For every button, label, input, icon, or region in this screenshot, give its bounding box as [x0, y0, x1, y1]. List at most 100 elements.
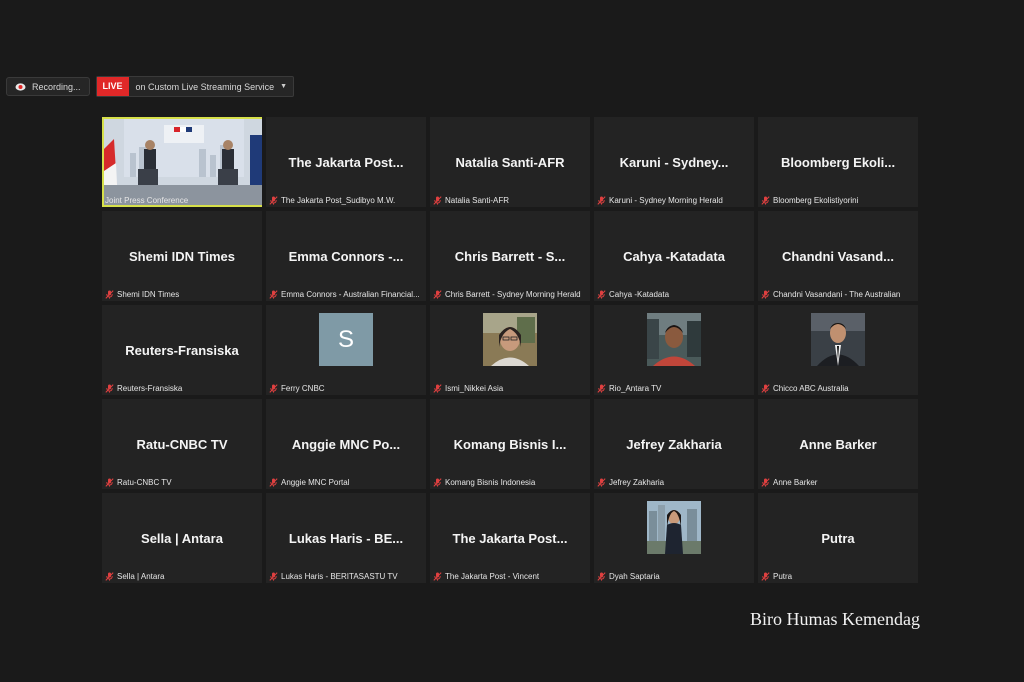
participant-display-name: Natalia Santi-AFR	[455, 155, 565, 170]
participant-tile[interactable]: Chandni Vasand... Chandni Vasandani - The…	[758, 211, 918, 301]
participant-label-text: Shemi IDN Times	[117, 290, 180, 299]
live-service-label: on Custom Live Streaming Service	[135, 81, 275, 92]
participant-tile[interactable]: The Jakarta Post... The Jakarta Post - Vi…	[430, 493, 590, 583]
microphone-muted-icon	[597, 572, 606, 581]
participant-tile[interactable]: Bloomberg Ekoli... Bloomberg Ekolistiyori…	[758, 117, 918, 207]
participant-label-text: Natalia Santi-AFR	[445, 196, 510, 205]
microphone-muted-icon	[105, 384, 114, 393]
participant-name-label: Chris Barrett - Sydney Morning Herald	[433, 290, 588, 299]
avatar	[647, 501, 701, 554]
participant-label-text: Joint Press Conference	[105, 196, 189, 205]
microphone-muted-icon	[433, 478, 442, 487]
participant-label-text: Komang Bisnis Indonesia	[445, 478, 536, 487]
participant-name-label: Joint Press Conference	[105, 196, 260, 205]
participant-display-name: Chris Barrett - S...	[454, 249, 566, 264]
avatar	[811, 313, 865, 366]
participant-label-text: Sella | Antara	[117, 572, 165, 581]
participant-label-text: The Jakarta Post - Vincent	[445, 572, 540, 581]
microphone-muted-icon	[761, 478, 770, 487]
participant-name-label: The Jakarta Post - Vincent	[433, 572, 588, 581]
participant-name-label: Sella | Antara	[105, 572, 260, 581]
participant-name-label: Shemi IDN Times	[105, 290, 260, 299]
participant-name-label: Anggie MNC Portal	[269, 478, 424, 487]
participant-tile[interactable]: Dyah Saptaria	[594, 493, 754, 583]
participant-tile[interactable]: Chicco ABC Australia	[758, 305, 918, 395]
participant-name-label: Anne Barker	[761, 478, 916, 487]
microphone-muted-icon	[105, 478, 114, 487]
participant-tile[interactable]: Ratu-CNBC TV Ratu-CNBC TV	[102, 399, 262, 489]
participant-tile[interactable]: Shemi IDN Times Shemi IDN Times	[102, 211, 262, 301]
microphone-muted-icon	[269, 572, 278, 581]
participant-tile[interactable]: The Jakarta Post... The Jakarta Post_Sudi…	[266, 117, 426, 207]
participant-name-label: Natalia Santi-AFR	[433, 196, 588, 205]
participant-label-text: Anne Barker	[773, 478, 818, 487]
participant-tile[interactable]: Komang Bisnis I... Komang Bisnis Indonesi…	[430, 399, 590, 489]
live-badge: LIVE	[96, 77, 129, 96]
participant-label-text: Lukas Haris - BERITASASTU TV	[281, 572, 398, 581]
microphone-muted-icon	[597, 384, 606, 393]
participant-display-name: Sella | Antara	[141, 531, 223, 546]
participant-tile[interactable]: Chris Barrett - S... Chris Barrett - Sydn…	[430, 211, 590, 301]
participant-name-label: Karuni - Sydney Morning Herald	[597, 196, 752, 205]
participant-tile[interactable]: Karuni - Sydney... Karuni - Sydney Mornin…	[594, 117, 754, 207]
participant-display-name: Anggie MNC Po...	[291, 437, 401, 452]
microphone-muted-icon	[269, 384, 278, 393]
microphone-muted-icon	[597, 478, 606, 487]
microphone-muted-icon	[761, 290, 770, 299]
participant-display-name: Lukas Haris - BE...	[288, 531, 404, 546]
participant-label-text: Dyah Saptaria	[609, 572, 660, 581]
participant-label-text: Ratu-CNBC TV	[117, 478, 172, 487]
microphone-muted-icon	[269, 478, 278, 487]
participant-tile[interactable]: Joint Press Conference	[102, 117, 262, 207]
participant-tile[interactable]: S Ferry CNBC	[266, 305, 426, 395]
microphone-muted-icon	[761, 384, 770, 393]
participant-label-text: Chicco ABC Australia	[773, 384, 849, 393]
microphone-muted-icon	[761, 196, 770, 205]
avatar	[647, 313, 701, 366]
participant-name-label: Jefrey Zakharia	[597, 478, 752, 487]
participant-tile[interactable]: Emma Connors -... Emma Connors - Australi…	[266, 211, 426, 301]
microphone-muted-icon	[433, 384, 442, 393]
participant-tile[interactable]: Anne Barker Anne Barker	[758, 399, 918, 489]
participant-label-text: Putra	[773, 572, 793, 581]
participant-tile[interactable]: Ismi_Nikkei Asia	[430, 305, 590, 395]
participant-name-label: The Jakarta Post_Sudibyo M.W.	[269, 196, 424, 205]
recording-indicator[interactable]: Recording...	[6, 77, 90, 96]
participant-display-name: Reuters-Fransiska	[125, 343, 239, 358]
participant-tile[interactable]: Rio_Antara TV	[594, 305, 754, 395]
participant-name-label: Ratu-CNBC TV	[105, 478, 260, 487]
participant-name-label: Cahya -Katadata	[597, 290, 752, 299]
participant-label-text: Emma Connors - Australian Financial...	[281, 290, 420, 299]
participant-label-text: Anggie MNC Portal	[281, 478, 350, 487]
participant-name-label: Dyah Saptaria	[597, 572, 752, 581]
recording-label: Recording...	[32, 81, 81, 92]
microphone-muted-icon	[597, 196, 606, 205]
participant-tile[interactable]: Natalia Santi-AFR Natalia Santi-AFR	[430, 117, 590, 207]
participant-tile[interactable]: Lukas Haris - BE... Lukas Haris - BERITAS…	[266, 493, 426, 583]
participant-display-name: Shemi IDN Times	[129, 249, 235, 264]
participant-label-text: Karuni - Sydney Morning Herald	[609, 196, 723, 205]
live-stream-dropdown[interactable]: LIVE on Custom Live Streaming Service ▼	[95, 76, 295, 97]
participant-display-name: Putra	[821, 531, 855, 546]
participant-display-name: Jefrey Zakharia	[626, 437, 722, 452]
participant-name-label: Lukas Haris - BERITASASTU TV	[269, 572, 424, 581]
chevron-down-icon: ▼	[280, 83, 288, 90]
microphone-muted-icon	[433, 290, 442, 299]
microphone-muted-icon	[269, 290, 278, 299]
video-feed	[104, 119, 262, 205]
recording-cloud-icon	[15, 81, 26, 92]
participant-name-label: Komang Bisnis Indonesia	[433, 478, 588, 487]
participant-gallery: Joint Press Conference The Jakarta Post..…	[102, 117, 918, 583]
participant-display-name: The Jakarta Post...	[452, 531, 568, 546]
microphone-muted-icon	[433, 196, 442, 205]
participant-tile[interactable]: Putra Putra	[758, 493, 918, 583]
participant-tile[interactable]: Cahya -Katadata Cahya -Katadata	[594, 211, 754, 301]
participant-tile[interactable]: Anggie MNC Po... Anggie MNC Portal	[266, 399, 426, 489]
participant-tile[interactable]: Reuters-Fransiska Reuters-Fransiska	[102, 305, 262, 395]
participant-tile[interactable]: Sella | Antara Sella | Antara	[102, 493, 262, 583]
participant-label-text: Rio_Antara TV	[609, 384, 662, 393]
participant-tile[interactable]: Jefrey Zakharia Jefrey Zakharia	[594, 399, 754, 489]
participant-name-label: Ferry CNBC	[269, 384, 424, 393]
watermark-text: Biro Humas Kemendag	[750, 609, 920, 629]
microphone-muted-icon	[433, 572, 442, 581]
